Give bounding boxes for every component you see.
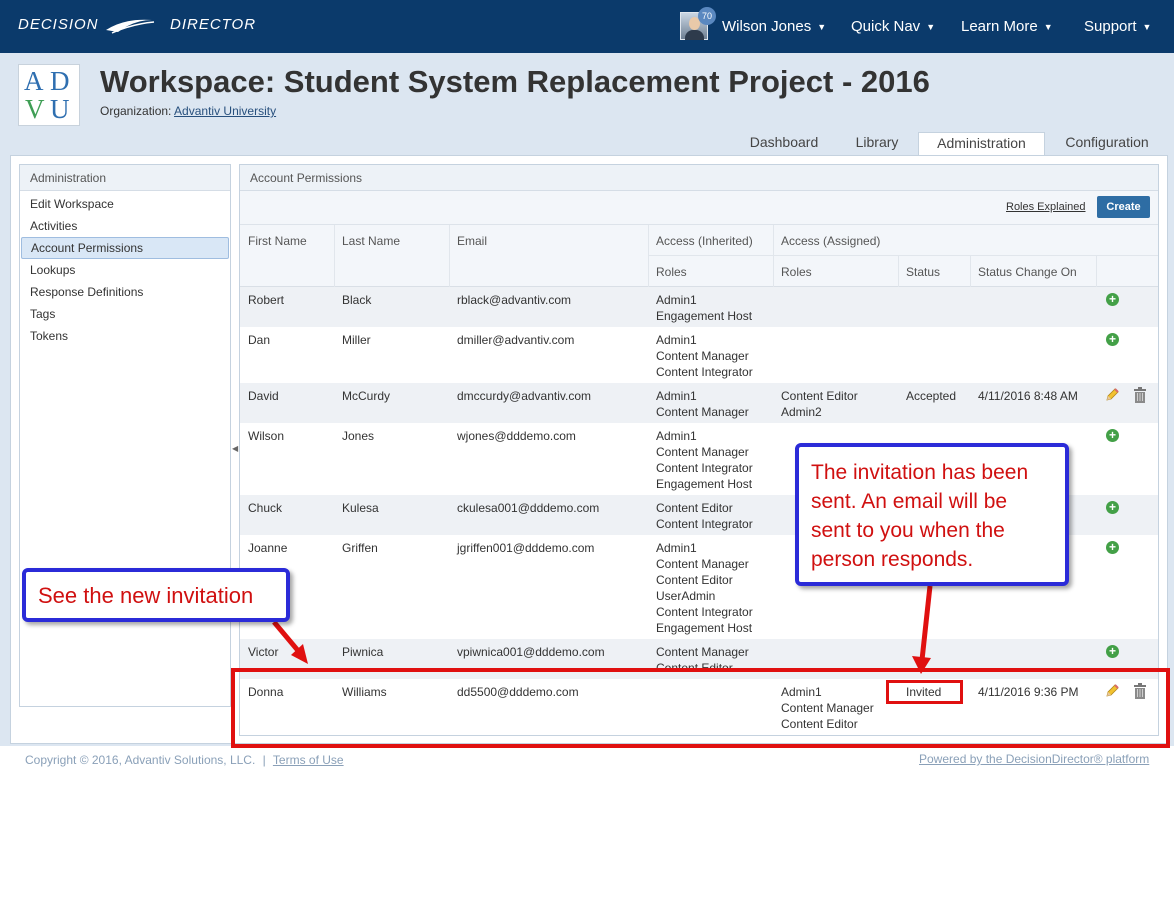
callout-line: sent. An email will be [811, 490, 1008, 513]
callout-line: The invitation has been [811, 461, 1029, 484]
callout-line: sent to you when the [811, 519, 1005, 542]
invitation-sent-callout: The invitation has been sent. An email w… [795, 443, 1069, 586]
callout-text: See the new invitation [38, 583, 254, 608]
callout-line: person responds. [811, 548, 974, 571]
callout-text: The invitation has been sent. An email w… [811, 458, 1028, 574]
new-invitation-callout: See the new invitation [22, 568, 290, 622]
arrow-head-icon [912, 656, 931, 674]
